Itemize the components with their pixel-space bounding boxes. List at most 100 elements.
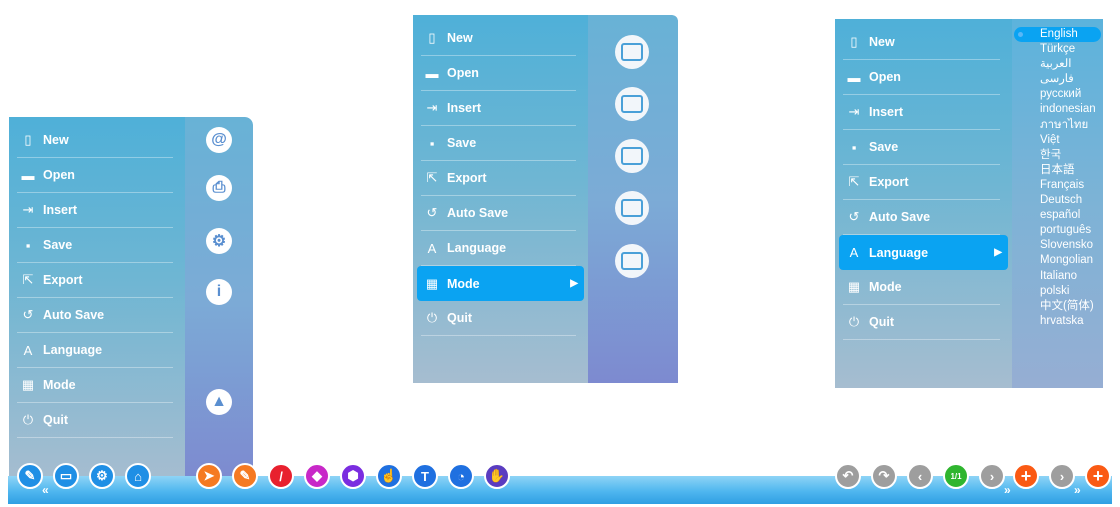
language-option[interactable]: Mongolian xyxy=(1012,253,1103,268)
language-option[interactable]: hrvatska xyxy=(1012,314,1103,329)
menu-item-label: Mode xyxy=(869,280,902,294)
menu-item-export[interactable]: ⇱ Export xyxy=(843,165,1000,200)
language-option[interactable]: ภาษาไทย xyxy=(1012,118,1103,133)
menu-item-new[interactable]: ▯ New xyxy=(843,25,1000,60)
at-icon[interactable]: @ xyxy=(206,127,232,153)
power-icon: ⏻ xyxy=(22,412,34,427)
insert-icon: ⇥ xyxy=(426,100,438,115)
android-icon[interactable]: ▲ xyxy=(206,389,232,415)
language-option[interactable]: العربية xyxy=(1012,57,1103,72)
language-option[interactable]: فارسی xyxy=(1012,72,1103,87)
window-icon[interactable] xyxy=(615,87,649,121)
submenu-arrow-icon: ▶ xyxy=(570,278,578,289)
language-option[interactable]: Italiano xyxy=(1012,269,1103,284)
export-icon: ⇱ xyxy=(22,272,34,287)
text-icon[interactable]: T xyxy=(412,463,438,489)
collapse-toolbar-icon[interactable]: « xyxy=(42,483,49,497)
menu-item-auto-save[interactable]: ↺ Auto Save xyxy=(17,298,173,333)
menu-item-label: Quit xyxy=(447,311,472,325)
redo-icon[interactable]: ↷ xyxy=(871,463,897,489)
eraser-icon[interactable]: ◆ xyxy=(304,463,330,489)
pan-hand-icon[interactable]: ✋ xyxy=(484,463,510,489)
page-indicator[interactable]: 1/1 xyxy=(943,463,969,489)
prev-page-icon[interactable]: ‹ xyxy=(907,463,933,489)
pen-edit-icon[interactable] xyxy=(615,191,649,225)
desktop-monitor-icon[interactable] xyxy=(615,139,649,173)
undo-icon[interactable]: ↶ xyxy=(835,463,861,489)
menu-item-insert[interactable]: ⇥ Insert xyxy=(421,91,576,126)
language-option[interactable]: 日本語 xyxy=(1012,163,1103,178)
language-option[interactable]: Slovensko xyxy=(1012,238,1103,253)
menu-item-insert[interactable]: ⇥ Insert xyxy=(843,95,1000,130)
pen-edit-shape xyxy=(621,199,643,217)
screen-icon[interactable]: ▭ xyxy=(53,463,79,489)
menu-item-quit[interactable]: ⏻ Quit xyxy=(421,301,576,336)
teacher-icon[interactable] xyxy=(615,244,649,278)
menu-item-open[interactable]: ▬ Open xyxy=(17,158,173,193)
menu-item-open[interactable]: ▬ Open xyxy=(843,60,1000,95)
pencil-icon[interactable]: ✎ xyxy=(232,463,258,489)
settings-icon[interactable]: ⚙ xyxy=(89,463,115,489)
add-page-icon-2[interactable]: + xyxy=(1085,463,1111,489)
menu-item-export[interactable]: ⇱ Export xyxy=(17,263,173,298)
menu-item-quit[interactable]: ⏻ Quit xyxy=(17,403,173,438)
menu-item-open[interactable]: ▬ Open xyxy=(421,56,576,91)
language-option[interactable]: português xyxy=(1012,223,1103,238)
fill-icon[interactable]: ◔ xyxy=(448,463,474,489)
menu-item-label: Save xyxy=(43,238,73,252)
shape-icon[interactable]: ⬢ xyxy=(340,463,366,489)
line-icon[interactable]: / xyxy=(268,463,294,489)
language-option[interactable]: español xyxy=(1012,208,1103,223)
menu-item-label: Open xyxy=(43,168,75,182)
select-arrow-icon[interactable]: ➤ xyxy=(196,463,222,489)
language-menu-panel: ▯ New ▬ Open ⇥ Insert ▪ Save ⇱ Export ↺ Auto Save A L… xyxy=(835,19,1103,388)
expand-toolbar-icon-2[interactable]: » xyxy=(1074,483,1081,497)
menu-item-language[interactable]: A Language xyxy=(421,231,576,266)
language-option[interactable]: Deutsch xyxy=(1012,193,1103,208)
language-option[interactable]: English xyxy=(1014,27,1101,43)
export-icon: ⇱ xyxy=(848,174,860,189)
menu-item-label: Auto Save xyxy=(43,308,105,322)
menu-item-save[interactable]: ▪ Save xyxy=(843,130,1000,165)
hand-touch-icon[interactable]: ☝ xyxy=(376,463,402,489)
menu-item-label: Insert xyxy=(869,105,904,119)
menu-item-auto-save[interactable]: ↺ Auto Save xyxy=(843,200,1000,235)
language-option[interactable]: 中文(简体) xyxy=(1012,299,1103,314)
menu-item-export[interactable]: ⇱ Export xyxy=(421,161,576,196)
whiteboard-edit-icon[interactable]: ✎ xyxy=(17,463,43,489)
menu-item-auto-save[interactable]: ↺ Auto Save xyxy=(421,196,576,231)
expand-toolbar-icon[interactable]: » xyxy=(1004,483,1011,497)
power-icon: ⏻ xyxy=(426,310,438,325)
menu-item-insert[interactable]: ⇥ Insert xyxy=(17,193,173,228)
menu-list: ▯ New ▬ Open ⇥ Insert ▪ Save ⇱ Export ↺ Auto Save A L… xyxy=(9,117,185,438)
menu-item-label: Export xyxy=(869,175,909,189)
menu-item-save[interactable]: ▪ Save xyxy=(17,228,173,263)
menu-item-language[interactable]: A Language xyxy=(17,333,173,368)
folder-open-icon[interactable]: ⌂ xyxy=(125,463,151,489)
language-option[interactable]: indonesian xyxy=(1012,102,1103,117)
menu-item-save[interactable]: ▪ Save xyxy=(421,126,576,161)
menu-item-mode[interactable]: ▦ Mode xyxy=(843,270,1000,305)
floppy-icon: ▪ xyxy=(429,135,435,151)
add-page-icon[interactable]: + xyxy=(1013,463,1039,489)
language-option[interactable]: Français xyxy=(1012,178,1103,193)
menu-item-new[interactable]: ▯ New xyxy=(17,123,173,158)
printer-icon[interactable]: ⎙ xyxy=(206,175,232,201)
menu-item-new[interactable]: ▯ New xyxy=(421,21,576,56)
settings-icon[interactable]: ⚙ xyxy=(206,228,232,254)
next-page-icon[interactable]: › xyxy=(979,463,1005,489)
menu-item-mode[interactable]: ▦ Mode ▶ xyxy=(417,266,584,301)
language-option[interactable]: 한국 xyxy=(1012,148,1103,163)
menu-item-mode[interactable]: ▦ Mode xyxy=(17,368,173,403)
language-option[interactable]: Việt xyxy=(1012,133,1103,148)
info-icon[interactable]: i xyxy=(206,279,232,305)
presentation-screen-icon[interactable] xyxy=(615,35,649,69)
menu-item-label: Insert xyxy=(447,101,482,115)
menu-item-quit[interactable]: ⏻ Quit xyxy=(843,305,1000,340)
language-option[interactable]: русский xyxy=(1012,87,1103,102)
menu-item-label: Save xyxy=(447,136,477,150)
next-page-icon-2[interactable]: › xyxy=(1049,463,1075,489)
menu-item-language[interactable]: A Language ▶ xyxy=(839,235,1008,270)
language-option[interactable]: Türkçe xyxy=(1012,42,1103,57)
language-option[interactable]: polski xyxy=(1012,284,1103,299)
